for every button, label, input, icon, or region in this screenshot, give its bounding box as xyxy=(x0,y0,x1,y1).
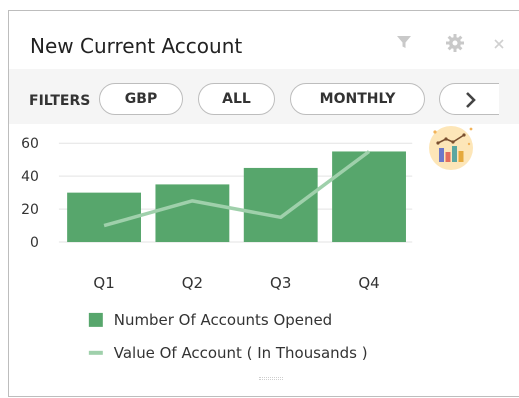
bar xyxy=(332,151,406,243)
y-tick-label: 0 xyxy=(30,235,39,251)
chevron-right-icon[interactable] xyxy=(464,91,478,109)
resize-grip[interactable] xyxy=(259,377,283,380)
filter-bar: FILTERS GBP ALL MONTHLY xyxy=(9,69,519,124)
x-tick-label: Q4 xyxy=(358,274,379,292)
x-tick-label: Q3 xyxy=(270,274,291,292)
line-series xyxy=(103,150,371,228)
legend-label-bar: Number Of Accounts Opened xyxy=(114,311,332,329)
filters-label: FILTERS xyxy=(29,93,91,109)
legend-swatch-bar xyxy=(88,312,103,327)
filter-icon[interactable] xyxy=(395,33,413,54)
filter-chip-period[interactable]: MONTHLY xyxy=(290,83,425,115)
legend-label-line: Value Of Account ( In Thousands ) xyxy=(114,344,368,362)
close-icon[interactable] xyxy=(493,35,505,53)
x-tick-label: Q2 xyxy=(182,274,203,292)
legend-swatch-line xyxy=(88,350,103,355)
gear-icon[interactable] xyxy=(445,33,465,56)
bar xyxy=(155,184,230,243)
chart-type-icon[interactable] xyxy=(427,124,475,172)
bar xyxy=(243,167,318,243)
y-tick-label: 40 xyxy=(21,169,39,185)
filter-chip-currency[interactable]: GBP xyxy=(99,83,183,115)
y-tick-label: 20 xyxy=(21,202,39,218)
filter-chip-scope[interactable]: ALL xyxy=(198,83,275,115)
x-tick-label: Q1 xyxy=(93,274,114,292)
widget-title: New Current Account xyxy=(30,34,243,58)
widget-header: New Current Account xyxy=(9,11,519,67)
widget-card: New Current Account FILTERS GBP ALL MONT… xyxy=(8,10,519,397)
y-tick-label: 60 xyxy=(21,136,39,152)
